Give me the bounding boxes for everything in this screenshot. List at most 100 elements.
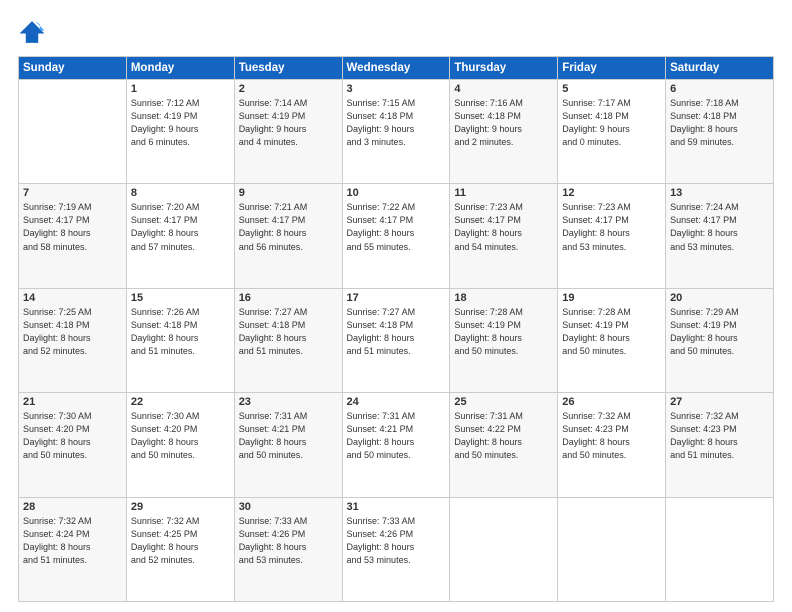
calendar-week-4: 28Sunrise: 7:32 AM Sunset: 4:24 PM Dayli… [19,497,774,601]
day-info: Sunrise: 7:28 AM Sunset: 4:19 PM Dayligh… [454,306,553,358]
calendar-cell: 21 Sunrise: 7:30 AM Sunset: 4:20 PM Dayli… [19,393,127,497]
day-info: Sunrise: 7:26 AM Sunset: 4:18 PM Dayligh… [131,306,230,358]
day-info: Sunrise: 7:29 AM Sunset: 4:19 PM Dayligh… [670,306,769,358]
calendar-cell: 20 Sunrise: 7:29 AM Sunset: 4:19 PM Dayli… [666,288,774,392]
day-number: 26 [562,396,661,408]
day-number: 31 [347,501,446,513]
calendar-cell: 31 Sunrise: 7:33 AM Sunset: 4:26 PM Dayli… [342,497,450,601]
calendar-cell: 3 Sunrise: 7:15 AM Sunset: 4:18 PM Daylig… [342,80,450,184]
weekday-header-thursday: Thursday [450,57,558,80]
day-info: Sunrise: 7:21 AM Sunset: 4:17 PM Dayligh… [239,201,338,253]
day-info: Sunrise: 7:32 AM Sunset: 4:25 PM Dayligh… [131,515,230,567]
weekday-header-tuesday: Tuesday [234,57,342,80]
calendar-cell: 16 Sunrise: 7:27 AM Sunset: 4:18 PM Dayli… [234,288,342,392]
calendar-cell: 6Sunrise: 7:18 AM Sunset: 4:18 PM Daylig… [666,80,774,184]
day-info: Sunrise: 7:31 AM Sunset: 4:21 PM Dayligh… [347,410,446,462]
day-info: Sunrise: 7:30 AM Sunset: 4:20 PM Dayligh… [131,410,230,462]
day-number: 15 [131,292,230,304]
calendar-cell: 10Sunrise: 7:22 AM Sunset: 4:17 PM Dayli… [342,184,450,288]
day-info: Sunrise: 7:19 AM Sunset: 4:17 PM Dayligh… [23,201,122,253]
day-number: 9 [239,187,338,199]
day-number: 19 [562,292,661,304]
day-number: 10 [347,187,446,199]
calendar-week-2: 14 Sunrise: 7:25 AM Sunset: 4:18 PM Dayli… [19,288,774,392]
day-number: 23 [239,396,338,408]
calendar-cell: 4 Sunrise: 7:16 AM Sunset: 4:18 PM Daylig… [450,80,558,184]
day-number: 11 [454,187,553,199]
day-number: 25 [454,396,553,408]
calendar-cell: 14 Sunrise: 7:25 AM Sunset: 4:18 PM Dayli… [19,288,127,392]
day-number: 5 [562,83,661,95]
calendar-cell [666,497,774,601]
calendar-cell [19,80,127,184]
day-number: 18 [454,292,553,304]
day-number: 12 [562,187,661,199]
calendar-body: 1Sunrise: 7:12 AM Sunset: 4:19 PM Daylig… [19,80,774,602]
day-number: 7 [23,187,122,199]
calendar-cell: 26 Sunrise: 7:32 AM Sunset: 4:23 PM Dayli… [558,393,666,497]
day-info: Sunrise: 7:23 AM Sunset: 4:17 PM Dayligh… [562,201,661,253]
calendar-cell: 19 Sunrise: 7:28 AM Sunset: 4:19 PM Dayli… [558,288,666,392]
day-number: 30 [239,501,338,513]
header [18,18,774,46]
day-number: 1 [131,83,230,95]
day-info: Sunrise: 7:16 AM Sunset: 4:18 PM Dayligh… [454,97,553,149]
day-info: Sunrise: 7:27 AM Sunset: 4:18 PM Dayligh… [239,306,338,358]
weekday-header-wednesday: Wednesday [342,57,450,80]
day-info: Sunrise: 7:27 AM Sunset: 4:18 PM Dayligh… [347,306,446,358]
calendar-header: SundayMondayTuesdayWednesdayThursdayFrid… [19,57,774,80]
day-info: Sunrise: 7:33 AM Sunset: 4:26 PM Dayligh… [347,515,446,567]
calendar-cell: 25 Sunrise: 7:31 AM Sunset: 4:22 PM Dayli… [450,393,558,497]
day-number: 20 [670,292,769,304]
weekday-header-friday: Friday [558,57,666,80]
day-info: Sunrise: 7:23 AM Sunset: 4:17 PM Dayligh… [454,201,553,253]
day-info: Sunrise: 7:32 AM Sunset: 4:23 PM Dayligh… [670,410,769,462]
day-info: Sunrise: 7:17 AM Sunset: 4:18 PM Dayligh… [562,97,661,149]
day-number: 21 [23,396,122,408]
calendar-cell: 12 Sunrise: 7:23 AM Sunset: 4:17 PM Dayli… [558,184,666,288]
weekday-row: SundayMondayTuesdayWednesdayThursdayFrid… [19,57,774,80]
day-info: Sunrise: 7:33 AM Sunset: 4:26 PM Dayligh… [239,515,338,567]
calendar-cell [558,497,666,601]
day-number: 22 [131,396,230,408]
day-number: 16 [239,292,338,304]
day-number: 8 [131,187,230,199]
day-number: 24 [347,396,446,408]
calendar-table: SundayMondayTuesdayWednesdayThursdayFrid… [18,56,774,602]
calendar-week-1: 7 Sunrise: 7:19 AM Sunset: 4:17 PM Daylig… [19,184,774,288]
day-number: 17 [347,292,446,304]
calendar-cell: 2 Sunrise: 7:14 AM Sunset: 4:19 PM Daylig… [234,80,342,184]
page: SundayMondayTuesdayWednesdayThursdayFrid… [0,0,792,612]
day-number: 13 [670,187,769,199]
day-info: Sunrise: 7:28 AM Sunset: 4:19 PM Dayligh… [562,306,661,358]
day-info: Sunrise: 7:24 AM Sunset: 4:17 PM Dayligh… [670,201,769,253]
day-info: Sunrise: 7:31 AM Sunset: 4:21 PM Dayligh… [239,410,338,462]
day-number: 14 [23,292,122,304]
calendar-cell: 28Sunrise: 7:32 AM Sunset: 4:24 PM Dayli… [19,497,127,601]
calendar-cell: 23 Sunrise: 7:31 AM Sunset: 4:21 PM Dayli… [234,393,342,497]
day-info: Sunrise: 7:15 AM Sunset: 4:18 PM Dayligh… [347,97,446,149]
day-info: Sunrise: 7:14 AM Sunset: 4:19 PM Dayligh… [239,97,338,149]
day-info: Sunrise: 7:20 AM Sunset: 4:17 PM Dayligh… [131,201,230,253]
calendar-week-0: 1Sunrise: 7:12 AM Sunset: 4:19 PM Daylig… [19,80,774,184]
day-info: Sunrise: 7:32 AM Sunset: 4:23 PM Dayligh… [562,410,661,462]
day-number: 2 [239,83,338,95]
day-number: 6 [670,83,769,95]
day-info: Sunrise: 7:30 AM Sunset: 4:20 PM Dayligh… [23,410,122,462]
day-number: 3 [347,83,446,95]
weekday-header-monday: Monday [126,57,234,80]
calendar-cell: 11 Sunrise: 7:23 AM Sunset: 4:17 PM Dayli… [450,184,558,288]
day-info: Sunrise: 7:31 AM Sunset: 4:22 PM Dayligh… [454,410,553,462]
calendar-cell: 27Sunrise: 7:32 AM Sunset: 4:23 PM Dayli… [666,393,774,497]
day-number: 4 [454,83,553,95]
weekday-header-saturday: Saturday [666,57,774,80]
day-number: 29 [131,501,230,513]
weekday-header-sunday: Sunday [19,57,127,80]
calendar-cell [450,497,558,601]
logo-icon [18,18,46,46]
day-info: Sunrise: 7:25 AM Sunset: 4:18 PM Dayligh… [23,306,122,358]
calendar-cell: 9 Sunrise: 7:21 AM Sunset: 4:17 PM Daylig… [234,184,342,288]
logo [18,18,50,46]
calendar-cell: 30 Sunrise: 7:33 AM Sunset: 4:26 PM Dayli… [234,497,342,601]
calendar-cell: 15 Sunrise: 7:26 AM Sunset: 4:18 PM Dayli… [126,288,234,392]
